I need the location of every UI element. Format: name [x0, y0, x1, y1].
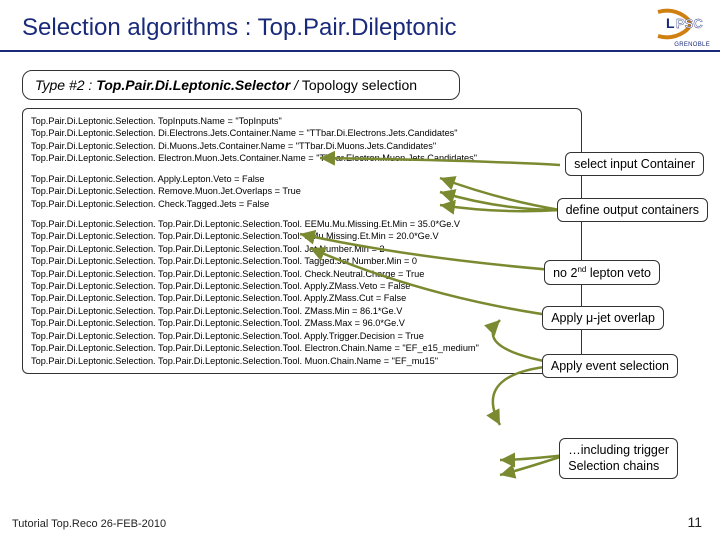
lpsc-logo: L PSC GRENOBLE: [654, 8, 710, 48]
footer-page-number: 11: [687, 514, 702, 530]
config-line: Top.Pair.Di.Leptonic.Selection. Top.Pair…: [31, 355, 573, 367]
config-line: Top.Pair.Di.Leptonic.Selection. Top.Pair…: [31, 305, 573, 317]
type-slash: /: [290, 77, 302, 93]
config-line: Top.Pair.Di.Leptonic.Selection. Top.Pair…: [31, 317, 573, 329]
annot-mu-jet-overlap: Apply μ-jet overlap: [542, 306, 664, 330]
annot-trigger-chains: …including trigger Selection chains: [559, 438, 678, 479]
config-block-2: Top.Pair.Di.Leptonic.Selection. Apply.Le…: [31, 173, 573, 210]
annot-text-post: -jet overlap: [593, 311, 655, 325]
footer-left: Tutorial Top.Reco 26-FEB-2010: [12, 518, 166, 530]
config-line: Top.Pair.Di.Leptonic.Selection. Electron…: [31, 152, 573, 164]
type-box: Type #2 : Top.Pair.Di.Leptonic.Selector …: [22, 70, 460, 100]
svg-text:L: L: [666, 15, 675, 31]
config-line: Top.Pair.Di.Leptonic.Selection. Top.Pair…: [31, 280, 573, 292]
config-line: Top.Pair.Di.Leptonic.Selection. Top.Pair…: [31, 218, 573, 230]
logo-subtext: GRENOBLE: [654, 42, 710, 48]
config-line: Top.Pair.Di.Leptonic.Selection. Top.Pair…: [31, 255, 573, 267]
config-line: Top.Pair.Di.Leptonic.Selection. Top.Pair…: [31, 243, 573, 255]
config-line: Top.Pair.Di.Leptonic.Selection. Di.Muons…: [31, 140, 573, 152]
config-box: Top.Pair.Di.Leptonic.Selection. TopInput…: [22, 108, 582, 374]
config-line: Top.Pair.Di.Leptonic.Selection. Top.Pair…: [31, 342, 573, 354]
annot-select-input: select input Container: [565, 152, 704, 176]
config-line: Top.Pair.Di.Leptonic.Selection. TopInput…: [31, 115, 573, 127]
svg-text:PSC: PSC: [676, 16, 703, 31]
annot-text-right: lepton veto: [586, 266, 651, 280]
title-underline: [0, 50, 720, 52]
config-line: Top.Pair.Di.Leptonic.Selection. Top.Pair…: [31, 268, 573, 280]
config-line: Top.Pair.Di.Leptonic.Selection. Top.Pair…: [31, 292, 573, 304]
slide-title: Selection algorithms : Top.Pair.Dilepton…: [0, 0, 720, 50]
annot-event-selection: Apply event selection: [542, 354, 678, 378]
annot-line2: Selection chains: [568, 459, 669, 475]
annot-text-pre: Apply: [551, 311, 586, 325]
config-block-3: Top.Pair.Di.Leptonic.Selection. Top.Pair…: [31, 218, 573, 367]
config-line: Top.Pair.Di.Leptonic.Selection. Remove.M…: [31, 185, 573, 197]
config-line: Top.Pair.Di.Leptonic.Selection. Top.Pair…: [31, 230, 573, 242]
annot-no-second-lepton: no 2nd lepton veto: [544, 260, 660, 285]
annot-define-output: define output containers: [557, 198, 708, 222]
annot-text-left: no 2: [553, 266, 577, 280]
type-suffix: Topology selection: [302, 77, 417, 93]
config-line: Top.Pair.Di.Leptonic.Selection. Top.Pair…: [31, 330, 573, 342]
config-line: Top.Pair.Di.Leptonic.Selection. Di.Elect…: [31, 127, 573, 139]
config-block-1: Top.Pair.Di.Leptonic.Selection. TopInput…: [31, 115, 573, 165]
config-line: Top.Pair.Di.Leptonic.Selection. Apply.Le…: [31, 173, 573, 185]
annot-line1: …including trigger: [568, 443, 669, 459]
type-selector: Top.Pair.Di.Leptonic.Selector: [96, 77, 290, 93]
type-prefix: Type #2 :: [35, 77, 96, 93]
config-line: Top.Pair.Di.Leptonic.Selection. Check.Ta…: [31, 198, 573, 210]
